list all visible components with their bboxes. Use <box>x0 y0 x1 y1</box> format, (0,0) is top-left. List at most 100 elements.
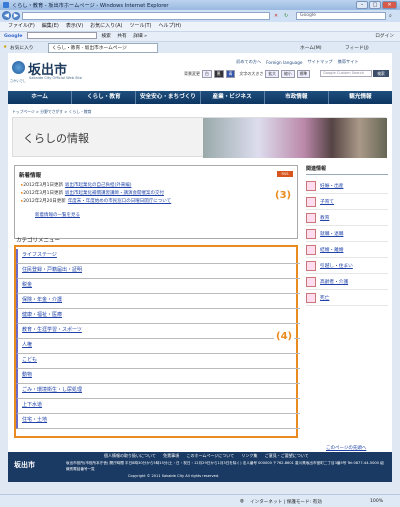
refresh-icon[interactable]: ↻ <box>284 13 288 19</box>
related-item[interactable]: 妊娠・出産 <box>306 178 388 194</box>
logo-subtext: さかいでし <box>10 79 26 83</box>
font-standard-button[interactable]: 標準 <box>296 70 311 78</box>
favorites-star-icon[interactable]: ★ <box>3 45 7 50</box>
window-titlebar: くらし・教育 - 坂出市ホームページ - Windows Internet Ex… <box>0 0 400 10</box>
related-item[interactable]: 教育 <box>306 210 388 226</box>
font-enlarge-button[interactable]: 拡大 <box>265 70 279 78</box>
address-input[interactable] <box>22 12 270 20</box>
category-menu: ライフステージ 住民登録・戸籍届出・証明 税金 保険・年金・介護 健康・福祉・医… <box>14 245 300 438</box>
footer-links: 個人情報の取り扱いについて 免責事項 このホームページについて リンク集 ご意見… <box>104 453 315 459</box>
nav-home[interactable]: ホーム <box>8 91 73 104</box>
maximize-button[interactable]: □ <box>369 1 381 9</box>
ie-icon <box>3 2 9 8</box>
category-item[interactable]: こども <box>16 354 300 369</box>
google-search-button[interactable]: 検索 <box>101 34 110 39</box>
menu-favorites[interactable]: お気に入り(A) <box>90 22 122 31</box>
google-search-input[interactable] <box>26 32 97 39</box>
news-link[interactable]: 年度末・年度始めの市民窓口の日曜日開庁について <box>68 199 171 204</box>
nav-life-education[interactable]: くらし・教育 <box>72 91 137 104</box>
link-mobile[interactable]: 携帯サイト <box>338 59 359 65</box>
news-more-link[interactable]: 新着情報の一覧を見る <box>35 212 80 218</box>
address-bar-row: ◀ ▶ ✕ ↻ Google ⌕ <box>0 10 400 22</box>
category-item[interactable]: 保険・年金・介護 <box>16 294 300 309</box>
menu-view[interactable]: 表示(V) <box>66 22 83 31</box>
google-login-link[interactable]: ログイン <box>375 32 394 41</box>
nav-safety[interactable]: 安全安心・まちづくり <box>136 91 201 104</box>
category-item[interactable]: 税金 <box>16 279 300 294</box>
site-search-input[interactable]: Google Custom Search <box>320 70 372 77</box>
category-item[interactable]: 住民登録・戸籍届出・証明 <box>16 264 300 279</box>
favorites-label[interactable]: お気に入り <box>10 45 33 51</box>
browser-tab[interactable]: くらし・教育 - 坂出市ホームページ <box>48 43 158 53</box>
close-button[interactable]: ✕ <box>382 1 397 9</box>
feeds-button[interactable]: フィード(J) <box>345 45 369 51</box>
nav-tourism[interactable]: 観光情報 <box>329 91 392 104</box>
related-item[interactable]: 子育て <box>306 194 388 210</box>
menu-help[interactable]: ヘルプ(H) <box>158 22 181 31</box>
footer-link[interactable]: ご意見・ご要望について <box>265 453 309 458</box>
nav-city-info[interactable]: 市政情報 <box>265 91 329 104</box>
globe-icon: ◍ <box>240 499 245 504</box>
refresh-stop-icon[interactable]: ✕ <box>274 13 278 19</box>
hero-photo <box>203 118 387 158</box>
back-button[interactable]: ◀ <box>2 11 11 20</box>
zoom-level[interactable]: 100% <box>370 499 383 504</box>
menu-file[interactable]: ファイル(F) <box>8 22 35 31</box>
childcare-icon <box>306 196 316 207</box>
menu-edit[interactable]: 編集(E) <box>42 22 59 31</box>
related-item[interactable]: 死亡 <box>306 290 388 306</box>
bg-white-button[interactable]: 白 <box>202 70 212 78</box>
breadcrumb[interactable]: トップページ > 分野でさがす > くらし・教育 <box>12 109 91 115</box>
education-icon <box>306 212 316 223</box>
rss-badge[interactable]: RSS <box>277 171 293 177</box>
browser-search-input[interactable]: Google <box>296 12 386 20</box>
category-item[interactable]: 健康・福祉・医療 <box>16 309 300 324</box>
link-sitemap[interactable]: サイトマップ <box>307 59 332 65</box>
site-footer: 個人情報の取り扱いについて 免責事項 このホームページについて リンク集 ご意見… <box>8 452 392 482</box>
footer-link[interactable]: 免責事項 <box>163 453 179 458</box>
category-item[interactable]: 教育・生涯学習・スポーツ <box>16 324 300 339</box>
link-first-visit[interactable]: 初めての方へ <box>236 59 261 65</box>
font-shrink-button[interactable]: 縮小 <box>280 70 295 78</box>
news-link[interactable]: 坂出市起業化の自己負担(外来編) <box>65 183 132 188</box>
related-item[interactable]: 引越し・住まい <box>306 258 388 274</box>
city-emblem-icon <box>12 61 25 74</box>
related-item[interactable]: 就職・退職 <box>306 226 388 242</box>
menu-tools[interactable]: ツール(T) <box>130 22 152 31</box>
back-to-top-link[interactable]: このページの先頭へ <box>326 445 366 451</box>
category-item[interactable]: ライフステージ <box>16 249 300 264</box>
font-size-label: 文字の大きさ <box>239 71 264 76</box>
page-title: くらしの情報 <box>23 132 89 145</box>
footer-link[interactable]: このホームページについて <box>186 453 234 458</box>
footer-link[interactable]: 個人情報の取り扱いについて <box>104 453 156 458</box>
category-item[interactable]: 上下水道 <box>16 399 300 414</box>
global-nav: ホーム くらし・教育 安全安心・まちづくり 産業・ビジネス 市政情報 観光情報 <box>8 91 392 104</box>
site-search-button[interactable]: 検索 <box>373 70 389 77</box>
category-item[interactable]: 住宅・土地 <box>16 414 300 429</box>
hero-banner: くらしの情報 <box>12 117 387 158</box>
forward-button[interactable]: ▶ <box>12 12 20 20</box>
google-more-button[interactable]: 詳細 » <box>133 34 147 39</box>
link-foreign-language[interactable]: Foreign language <box>266 60 302 65</box>
category-heading: カテゴリメニュー <box>16 238 61 244</box>
bg-blue-button[interactable]: 青 <box>225 70 236 78</box>
minimize-button[interactable]: – <box>356 1 368 9</box>
category-item[interactable]: 動物 <box>16 369 300 384</box>
news-link[interactable]: 坂出市起業化補償講習講師・講演会開催案の交付 <box>65 191 164 196</box>
bg-black-button[interactable]: 黒 <box>213 70 224 78</box>
home-button[interactable]: ホーム(M) <box>300 45 322 51</box>
news-item: ▸2012年2月20日更新 年度末・年度始めの市民窓口の日曜日開庁について <box>21 199 172 204</box>
footer-link[interactable]: リンク集 <box>241 453 257 458</box>
related-item[interactable]: 結婚・離婚 <box>306 242 388 258</box>
favorites-bar: ★ お気に入り くらし・教育 - 坂出市ホームページ ホーム(M) フィード(J… <box>0 41 400 53</box>
pregnancy-icon <box>306 180 316 191</box>
google-share-button[interactable]: 共有 <box>117 34 126 39</box>
search-icon[interactable]: ⌕ <box>389 13 392 19</box>
news-heading: 新着情報 <box>19 173 42 179</box>
nav-industry[interactable]: 産業・ビジネス <box>201 91 265 104</box>
category-item[interactable]: 人権 <box>16 339 300 354</box>
category-item[interactable]: ごみ・環境衛生・し尿処理 <box>16 384 300 399</box>
related-item[interactable]: 高齢者・介護 <box>306 274 388 290</box>
elderly-care-icon <box>306 276 316 287</box>
marriage-icon <box>306 244 316 255</box>
